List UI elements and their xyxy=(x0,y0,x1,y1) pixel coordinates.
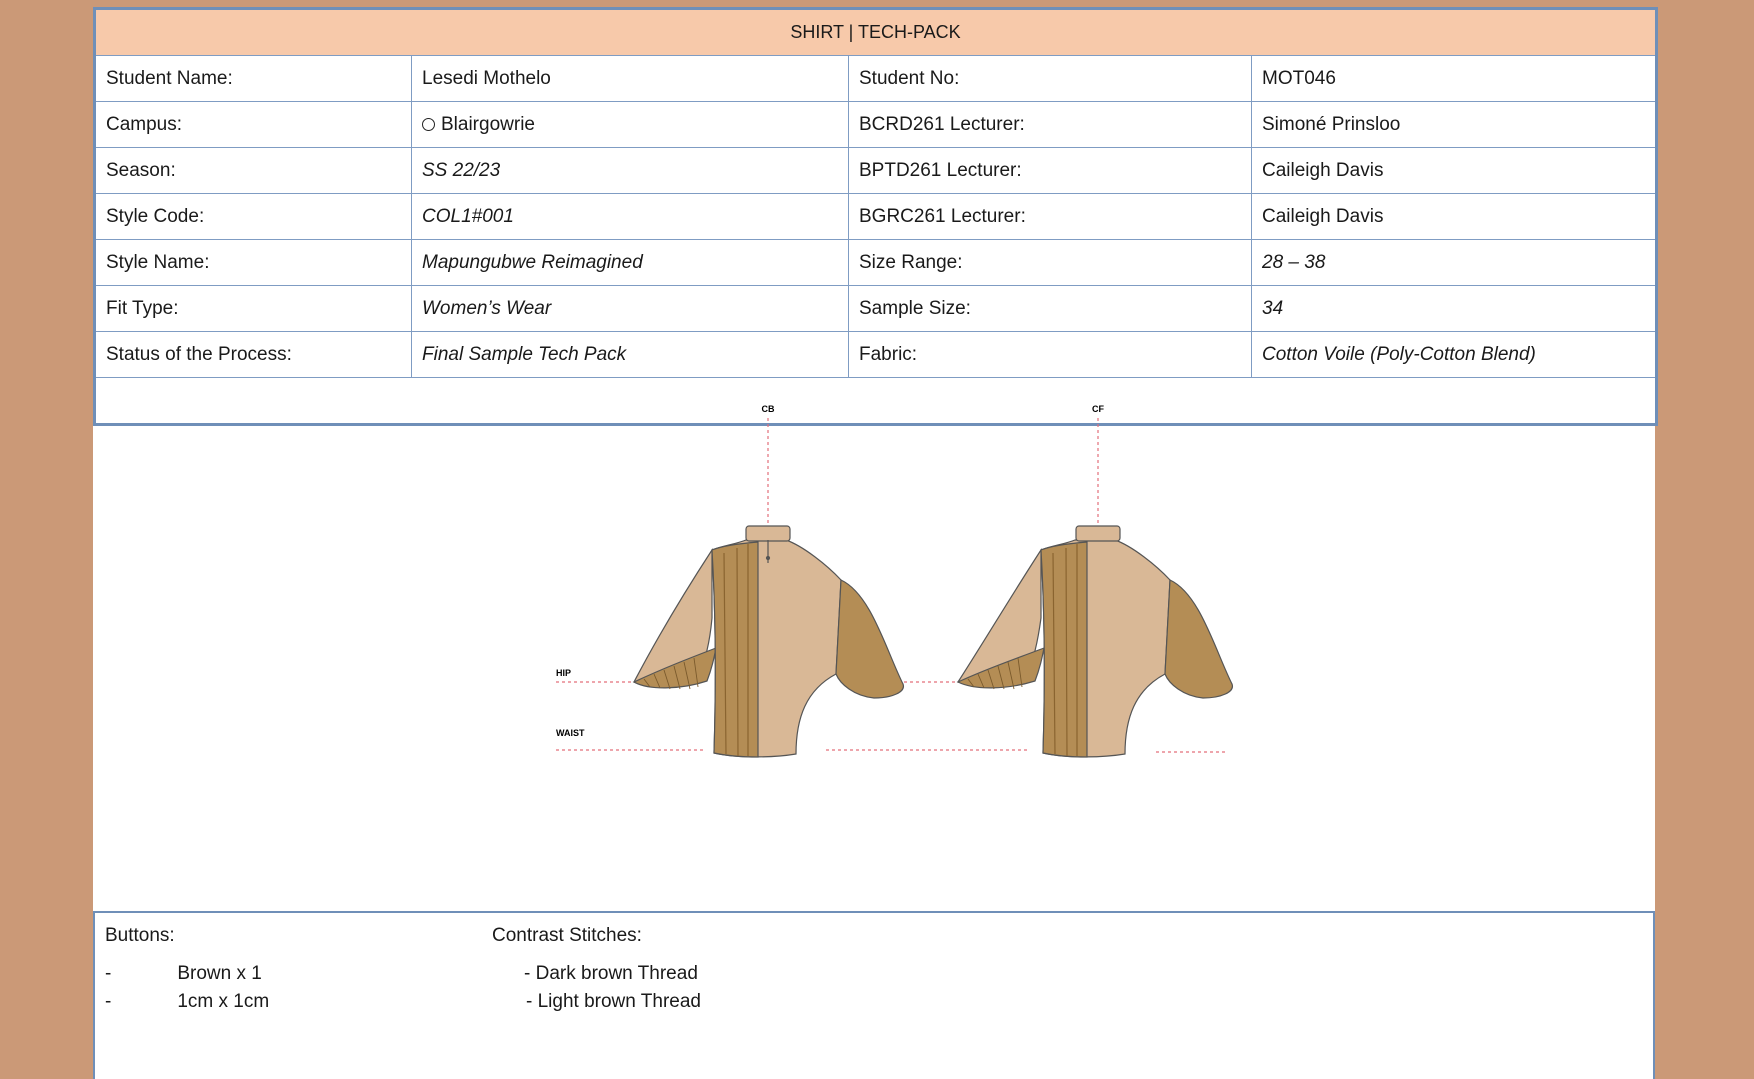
campus-value-text: Blairgowrie xyxy=(441,113,535,135)
bgrc261-lecturer-value: Caileigh Davis xyxy=(1250,193,1658,240)
style-code-label: Style Code: xyxy=(94,193,412,240)
campus-value: Blairgowrie xyxy=(411,101,849,148)
buttons-item-text: 1cm x 1cm xyxy=(177,991,270,1012)
buttons-item-text: Brown x 1 xyxy=(177,963,262,984)
stitches-title: Contrast Stitches: xyxy=(492,925,642,946)
garment-front-view xyxy=(956,525,1233,758)
header-row: SHIRT | TECH-PACK xyxy=(93,8,1658,56)
fabric-label: Fabric: xyxy=(848,331,1252,378)
radio-circle-icon[interactable] xyxy=(422,117,435,131)
cb-marker: CB xyxy=(762,404,775,414)
info-row: Fit Type: Women’s Wear Sample Size: 34 xyxy=(94,285,1658,332)
fit-type-label: Fit Type: xyxy=(94,285,412,332)
list-item: -1cm x 1cm xyxy=(105,991,270,1012)
style-name-label: Style Name: xyxy=(94,239,412,286)
buttons-section: Buttons: - Brown x 1 -1cm x 1cm xyxy=(105,925,269,1019)
student-no-value: MOT046 xyxy=(1250,55,1658,102)
info-row: Campus: Blairgowrie BCRD261 Lecturer: Si… xyxy=(94,101,1658,148)
info-row: Style Name: Mapungubwe Reimagined Size R… xyxy=(94,239,1658,286)
season-label: Season: xyxy=(94,147,412,194)
garment-back-view xyxy=(632,525,904,758)
bgrc261-lecturer-label: BGRC261 Lecturer: xyxy=(848,193,1252,240)
stitches-item: - Dark brown Thread xyxy=(524,963,698,984)
student-name-value: Lesedi Mothelo xyxy=(411,55,849,102)
size-range-value: 28 – 38 xyxy=(1250,239,1658,286)
bptd261-lecturer-label: BPTD261 Lecturer: xyxy=(848,147,1252,194)
campus-label: Campus: xyxy=(94,101,412,148)
list-item: - Brown x 1 xyxy=(105,963,262,984)
style-name-value: Mapungubwe Reimagined xyxy=(411,239,849,286)
fabric-value: Cotton Voile (Poly-Cotton Blend) xyxy=(1250,331,1658,378)
season-value: SS 22/23 xyxy=(411,147,849,194)
buttons-title: Buttons: xyxy=(105,925,175,946)
flat-sketch-cell: CB CF HIP WAIST xyxy=(93,377,1658,758)
info-row: Student Name: Lesedi Mothelo Student No:… xyxy=(94,55,1658,102)
student-name-label: Student Name: xyxy=(94,55,412,102)
status-label: Status of the Process: xyxy=(94,331,412,378)
trims-notes-box: Buttons: - Brown x 1 -1cm x 1cm Contrast … xyxy=(93,911,1655,1079)
bcrd261-lecturer-value: Simoné Prinsloo xyxy=(1250,101,1658,148)
cf-marker: CF xyxy=(1092,404,1104,414)
bptd261-lecturer-value: Caileigh Davis xyxy=(1250,147,1658,194)
info-row: Season: SS 22/23 BPTD261 Lecturer: Caile… xyxy=(94,147,1658,194)
size-range-label: Size Range: xyxy=(848,239,1252,286)
tech-pack-table: SHIRT | TECH-PACK Student Name: Lesedi M… xyxy=(93,7,1659,758)
stitches-item: - Light brown Thread xyxy=(526,991,701,1012)
student-no-label: Student No: xyxy=(848,55,1252,102)
info-row: Style Code: COL1#001 BGRC261 Lecturer: C… xyxy=(94,193,1658,240)
bcrd261-lecturer-label: BCRD261 Lecturer: xyxy=(848,101,1252,148)
tech-pack-sheet: SHIRT | TECH-PACK Student Name: Lesedi M… xyxy=(93,7,1659,1079)
waist-label: WAIST xyxy=(556,728,585,738)
hip-label: HIP xyxy=(556,668,571,678)
garment-flat-sketch: CB CF HIP WAIST xyxy=(556,404,1233,758)
sketch-row: CB CF HIP WAIST xyxy=(93,377,1658,758)
fit-type-value: Women’s Wear xyxy=(411,285,849,332)
page-title: SHIRT | TECH-PACK xyxy=(93,8,1658,56)
status-value: Final Sample Tech Pack xyxy=(411,331,849,378)
spacer-band xyxy=(93,862,1655,910)
sample-size-label: Sample Size: xyxy=(848,285,1252,332)
style-code-value: COL1#001 xyxy=(411,193,849,240)
sample-size-value: 34 xyxy=(1250,285,1658,332)
stitches-section: Contrast Stitches: - Dark brown Thread -… xyxy=(492,925,701,1019)
info-row: Status of the Process: Final Sample Tech… xyxy=(94,331,1658,378)
